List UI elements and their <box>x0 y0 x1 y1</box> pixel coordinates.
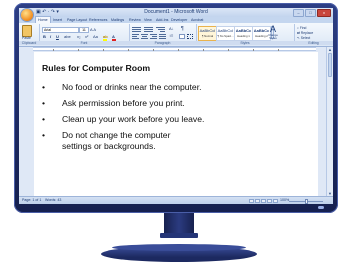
multilevel-list-icon[interactable] <box>156 27 165 32</box>
outline-view-icon[interactable] <box>267 199 272 203</box>
monitor-neck <box>164 213 194 235</box>
style-sample: AaBbCcI <box>217 28 234 33</box>
print-layout-view-icon[interactable] <box>249 199 254 203</box>
select-button[interactable]: ↖ Select <box>297 36 310 40</box>
align-left-icon[interactable] <box>132 34 139 39</box>
full-screen-view-icon[interactable] <box>255 199 260 203</box>
style-name: ¶ Normal <box>201 34 214 38</box>
rule-text: No food or drinks near the computer. <box>62 82 202 92</box>
minimize-button[interactable]: – <box>293 9 304 17</box>
close-button[interactable]: x <box>317 9 331 17</box>
rule-text: Clean up your work before you leave. <box>62 114 205 124</box>
styles-group: AaBbCcI ¶ Normal AaBbCcI ¶ No Spaci... A… <box>196 24 295 45</box>
maximize-button[interactable]: □ <box>305 9 316 17</box>
subscript-icon[interactable]: x₂ <box>77 34 81 39</box>
bold-button[interactable]: B <box>43 34 46 39</box>
paste-label[interactable]: Paste <box>22 36 31 40</box>
change-styles-button[interactable]: A Change Styles <box>266 24 280 40</box>
line-spacing-icon[interactable]: ↕≡ <box>169 33 173 38</box>
font-name-select[interactable]: Arial <box>42 27 79 33</box>
align-right-icon[interactable] <box>150 34 157 39</box>
borders-icon[interactable] <box>187 34 193 39</box>
justify-icon[interactable] <box>159 34 166 39</box>
font-group-label: Font <box>39 41 129 45</box>
bullet-marker: • <box>42 114 46 124</box>
screen: ▣ ↶ · ↷ ▾ Document1 - Microsoft Word – □… <box>19 8 333 204</box>
status-bar: Page: 1 of 1 Words: 43 100% <box>19 196 333 204</box>
draft-view-icon[interactable] <box>273 199 278 203</box>
rule-text: Do not change the computer settings or b… <box>62 130 171 151</box>
window-title: Document1 - Microsoft Word <box>144 9 208 15</box>
style-sample: AaBbCc <box>235 28 252 33</box>
monitor-neck-cap <box>160 233 198 238</box>
style-tile-no-spacing[interactable]: AaBbCcI ¶ No Spaci... <box>216 26 235 41</box>
underline-button[interactable]: U <box>56 34 59 39</box>
ruler-bar <box>33 47 316 51</box>
scrollbar-thumb[interactable] <box>328 53 332 77</box>
paragraph-group-label: Paragraph <box>129 41 196 45</box>
scroll-up-icon[interactable]: ▲ <box>327 47 333 52</box>
document-page[interactable]: Rules for Computer Room • No food or dri… <box>34 52 318 196</box>
replace-label: Replace <box>300 31 314 35</box>
show-marks-icon[interactable]: ¶ <box>181 26 184 32</box>
ribbon: Paste Clipboard Arial 11 A A B I U abe x… <box>19 23 333 47</box>
rule-text: Ask permission before you print. <box>62 98 185 108</box>
font-size-select[interactable]: 11 <box>79 27 89 33</box>
style-tile-normal[interactable]: AaBbCcI ¶ Normal <box>198 26 217 41</box>
office-button[interactable] <box>21 9 33 21</box>
numbering-icon[interactable] <box>144 27 153 32</box>
styles-group-label: Styles <box>196 41 294 45</box>
title-bar: ▣ ↶ · ↷ ▾ Document1 - Microsoft Word – □… <box>19 8 333 17</box>
font-group: Arial 11 A A B I U abe x₂ x² Aa ab A Fon… <box>39 24 130 45</box>
clipboard-group: Paste Clipboard <box>19 24 40 45</box>
italic-button[interactable]: I <box>50 34 51 39</box>
clipboard-group-label: Clipboard <box>19 41 39 45</box>
replace-button[interactable]: ⇄ Replace <box>297 31 313 35</box>
find-button[interactable]: ⌕ Find <box>297 26 306 30</box>
find-label: Find <box>299 26 307 30</box>
zoom-slider-knob[interactable] <box>304 199 308 204</box>
bullet-marker: • <box>42 98 46 108</box>
zoom-level[interactable]: 100% <box>280 198 289 202</box>
horizontal-ruler[interactable] <box>19 47 333 51</box>
change-case-icon[interactable]: Aa <box>93 34 98 39</box>
tab-home[interactable]: Home <box>35 16 51 23</box>
shading-icon[interactable] <box>179 34 185 39</box>
align-center-icon[interactable] <box>141 34 148 39</box>
paragraph-group: A↓ ¶ ↕≡ Paragraph <box>129 24 197 45</box>
superscript-icon[interactable]: x² <box>85 34 88 39</box>
style-name: ¶ No Spaci... <box>217 34 234 38</box>
word-count[interactable]: Words: 43 <box>45 198 61 202</box>
power-indicator <box>318 206 324 209</box>
monitor-base-top <box>112 244 246 251</box>
bullets-icon[interactable] <box>132 27 141 32</box>
strikethrough-icon[interactable]: abe <box>64 34 71 39</box>
bullet-marker: • <box>42 82 46 92</box>
window-controls: – □ x <box>293 9 331 17</box>
document-heading: Rules for Computer Room <box>42 63 151 73</box>
style-tile-heading-1[interactable]: AaBbCc Heading 1 <box>234 26 253 41</box>
vertical-scrollbar[interactable]: ▲ ▼ <box>326 47 333 196</box>
style-sample: AaBbCcI <box>199 28 216 33</box>
bullet-marker: • <box>42 130 46 140</box>
page-count[interactable]: Page: 1 of 1 <box>22 198 41 202</box>
editing-group-label: Editing <box>294 41 333 45</box>
grow-font-icon[interactable]: A A <box>90 27 96 32</box>
change-styles-label: Change Styles <box>268 33 278 40</box>
sort-icon[interactable]: A↓ <box>169 26 174 31</box>
web-layout-view-icon[interactable] <box>261 199 266 203</box>
select-label: Select <box>300 36 311 40</box>
style-name: Heading 1 <box>237 34 250 38</box>
